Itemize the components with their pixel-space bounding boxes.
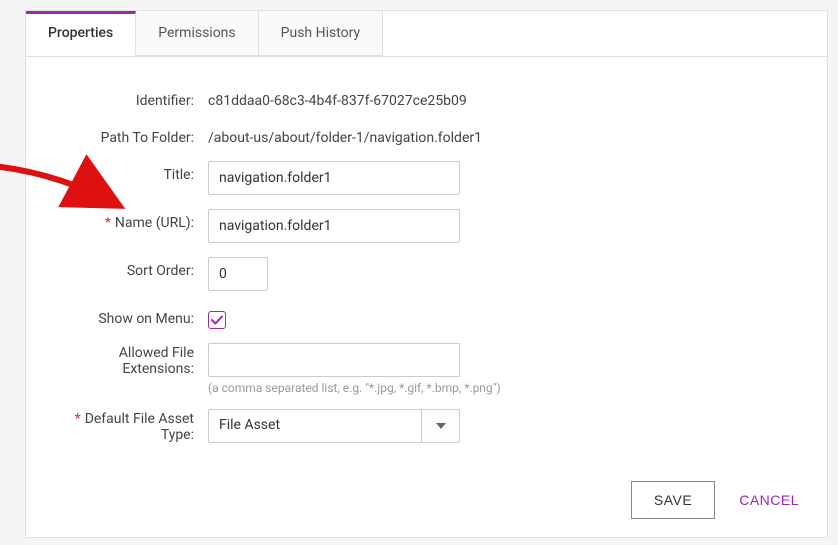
title-label: Title: — [56, 161, 208, 184]
properties-panel: Properties Permissions Push History Iden… — [25, 10, 828, 538]
cancel-button[interactable]: CANCEL — [735, 482, 803, 518]
sort-order-label: Sort Order: — [56, 257, 208, 280]
show-on-menu-checkbox[interactable] — [208, 311, 226, 329]
title-input[interactable] — [208, 161, 460, 195]
name-input[interactable] — [208, 209, 460, 243]
check-icon — [210, 313, 224, 327]
chevron-down-icon — [421, 410, 459, 442]
identifier-value: c81ddaa0-68c3-4b4f-837f-67027ce25b09 — [208, 87, 467, 109]
tab-properties[interactable]: Properties — [26, 11, 136, 56]
path-label: Path To Folder: — [56, 124, 208, 147]
required-marker: * — [105, 215, 111, 231]
actions: SAVE CANCEL — [631, 481, 803, 519]
sort-order-input[interactable] — [208, 257, 268, 291]
allowed-ext-label: Allowed File Extensions: — [56, 343, 208, 379]
allowed-ext-input[interactable] — [208, 343, 460, 377]
required-marker: * — [75, 411, 81, 427]
save-button[interactable]: SAVE — [631, 481, 715, 519]
form: Identifier: c81ddaa0-68c3-4b4f-837f-6702… — [26, 57, 827, 468]
default-asset-value: File Asset — [209, 410, 421, 442]
name-label: *Name (URL): — [56, 209, 208, 232]
default-asset-select[interactable]: File Asset — [208, 409, 460, 443]
show-on-menu-label: Show on Menu: — [56, 305, 208, 328]
tabs: Properties Permissions Push History — [26, 11, 827, 57]
default-asset-label: *Default File Asset Type: — [56, 409, 208, 445]
tab-push-history[interactable]: Push History — [259, 11, 384, 56]
path-value: /about-us/about/folder-1/navigation.fold… — [208, 124, 482, 146]
allowed-ext-hint: (a comma separated list, e.g. "*.jpg, *.… — [208, 381, 501, 395]
identifier-label: Identifier: — [56, 87, 208, 110]
tab-permissions[interactable]: Permissions — [136, 11, 258, 56]
